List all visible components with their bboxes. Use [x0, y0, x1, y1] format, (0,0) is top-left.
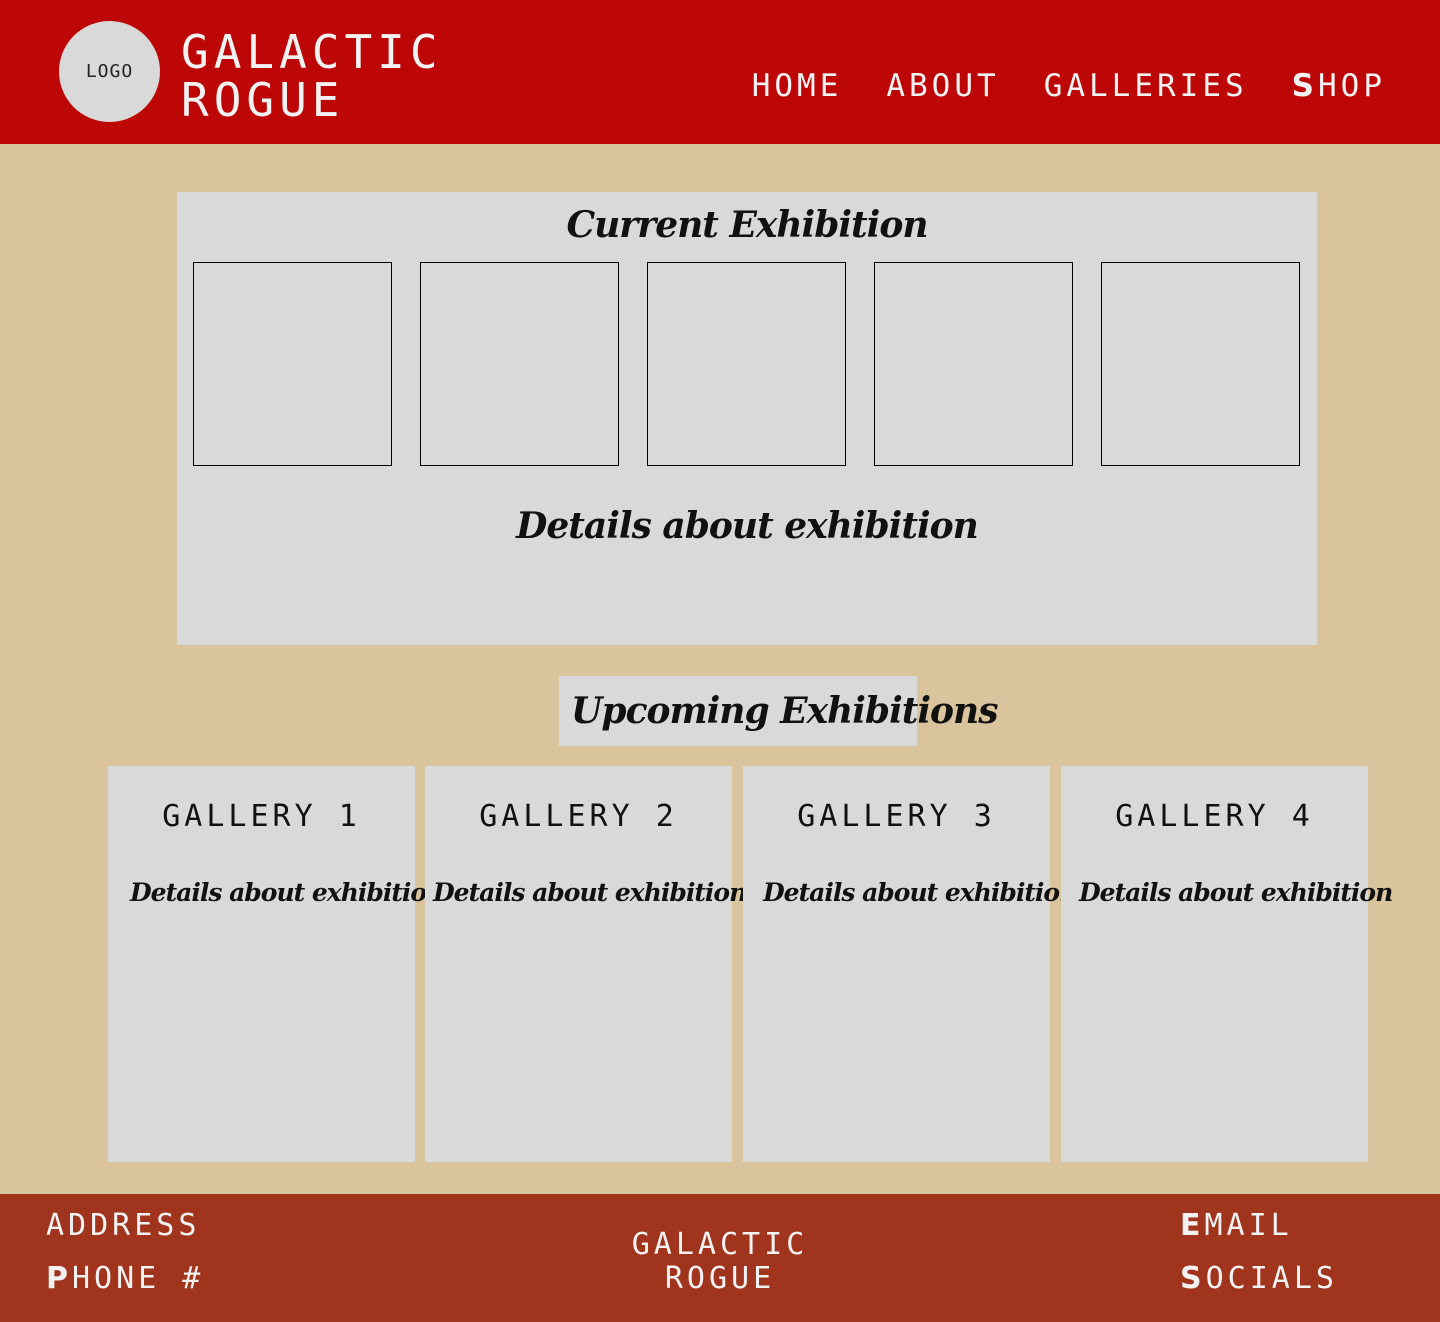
footer-brand: GALACTIC ROGUE — [620, 1228, 820, 1296]
current-exhibition-title: Current Exhibition — [566, 204, 928, 246]
footer-phone-rest: HONE # — [72, 1261, 205, 1296]
brand-line-2: ROGUE — [181, 73, 345, 127]
nav-shop-rest: HOP — [1318, 68, 1386, 104]
current-exhibition-panel: Current Exhibition Details about exhibit… — [177, 192, 1317, 645]
footer-socials-rest: OCIALS — [1205, 1261, 1338, 1296]
exhibition-image-5[interactable] — [1101, 262, 1300, 466]
gallery-details: Details about exhibition — [1079, 878, 1393, 907]
brand-name[interactable]: GALACTIC ROGUE — [181, 28, 443, 124]
footer-email[interactable]: EMAIL — [1180, 1208, 1293, 1243]
gallery-details: Details about exhibition — [763, 878, 1077, 907]
footer-address[interactable]: ADDRESS — [46, 1208, 200, 1243]
nav-shop-initial: S — [1291, 68, 1318, 104]
site-footer: ADDRESS PHONE # GALACTIC ROGUE EMAIL SOC… — [0, 1194, 1440, 1322]
footer-brand-line-2: ROGUE — [664, 1261, 776, 1296]
exhibition-image-2[interactable] — [420, 262, 619, 466]
upcoming-exhibitions-title: Upcoming Exhibitions — [559, 676, 999, 746]
gallery-card-4[interactable]: GALLERY 4 Details about exhibition — [1061, 766, 1393, 1162]
exhibition-image-1[interactable] — [193, 262, 392, 466]
nav-about[interactable]: ABOUT — [886, 68, 999, 104]
footer-phone-initial: P — [46, 1261, 72, 1296]
nav-home[interactable]: HOME — [752, 68, 843, 104]
gallery-details: Details about exhibition — [433, 878, 747, 907]
nav-shop[interactable]: SHOP — [1292, 68, 1386, 104]
footer-socials-initial: S — [1180, 1261, 1206, 1296]
gallery-name: GALLERY 1 — [162, 799, 361, 834]
exhibition-image-3[interactable] — [647, 262, 846, 466]
logo-label: LOGO — [85, 61, 134, 82]
gallery-details: Details about exhibition — [130, 878, 444, 907]
gallery-name: GALLERY 2 — [479, 799, 678, 834]
nav-galleries[interactable]: GALLERIES — [1044, 68, 1248, 104]
footer-email-rest: MAIL — [1204, 1208, 1293, 1243]
footer-socials[interactable]: SOCIALS — [1180, 1261, 1338, 1296]
gallery-name: GALLERY 3 — [797, 799, 996, 834]
gallery-card-3[interactable]: GALLERY 3 Details about exhibition — [743, 766, 1077, 1162]
gallery-card-1[interactable]: GALLERY 1 Details about exhibition — [108, 766, 444, 1162]
current-exhibition-details: Details about exhibition — [516, 505, 979, 547]
main-nav: HOME ABOUT GALLERIES SHOP — [752, 68, 1386, 104]
gallery-name: GALLERY 4 — [1115, 799, 1314, 834]
logo[interactable]: LOGO — [59, 21, 160, 122]
footer-phone[interactable]: PHONE # — [46, 1261, 204, 1296]
site-header: LOGO GALACTIC ROGUE HOME ABOUT GALLERIES… — [0, 0, 1440, 144]
footer-email-initial: E — [1180, 1208, 1205, 1243]
footer-brand-line-1: GALACTIC — [631, 1227, 809, 1262]
exhibition-thumbnails — [193, 262, 1300, 466]
exhibition-image-4[interactable] — [874, 262, 1073, 466]
brand-line-1: GALACTIC — [181, 25, 443, 79]
gallery-card-2[interactable]: GALLERY 2 Details about exhibition — [425, 766, 747, 1162]
